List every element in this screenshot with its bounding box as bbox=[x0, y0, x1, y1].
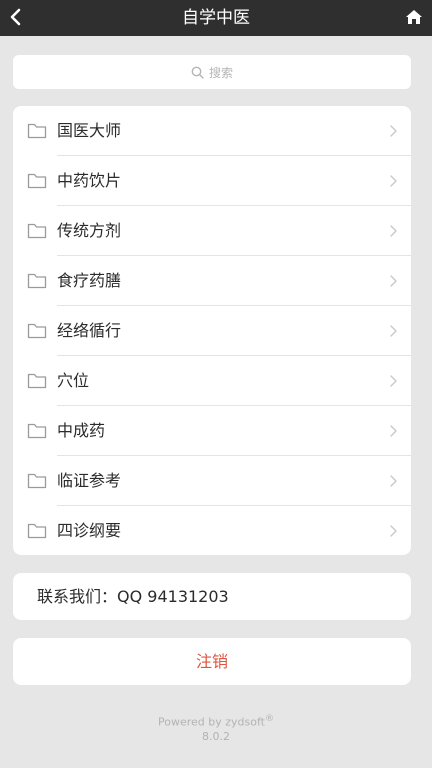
powered-by-line: Powered by zydsoft® bbox=[0, 712, 432, 730]
list-item-3[interactable]: 食疗药膳 bbox=[13, 256, 411, 306]
list-item-label: 中药饮片 bbox=[57, 171, 122, 190]
home-icon bbox=[406, 10, 422, 24]
top-navigation-bar: 自学中医 bbox=[0, 0, 432, 36]
chevron-right-icon bbox=[390, 175, 397, 187]
list-item-8[interactable]: 四诊纲要 bbox=[13, 506, 411, 555]
category-list: 国医大师 中药饮片 传统方剂 食疗药膳 经络循行 穴位 中成药 临证参考 四诊纲… bbox=[13, 106, 411, 555]
folder-icon bbox=[27, 373, 47, 389]
list-item-label: 临证参考 bbox=[57, 471, 122, 490]
chevron-right-icon bbox=[390, 375, 397, 387]
chevron-right-icon bbox=[390, 325, 397, 337]
footer: Powered by zydsoft® 8.0.2 bbox=[0, 712, 432, 744]
list-item-label: 经络循行 bbox=[57, 321, 122, 340]
folder-icon bbox=[27, 523, 47, 539]
folder-icon bbox=[27, 323, 47, 339]
home-button[interactable] bbox=[400, 2, 428, 32]
list-item-6[interactable]: 中成药 bbox=[13, 406, 411, 456]
folder-icon bbox=[27, 173, 47, 189]
logout-button[interactable]: 注销 bbox=[13, 638, 411, 685]
list-item-label: 中成药 bbox=[57, 421, 106, 440]
contact-card: 联系我们：QQ 94131203 bbox=[13, 573, 411, 620]
list-item-label: 穴位 bbox=[57, 371, 90, 390]
chevron-right-icon bbox=[390, 275, 397, 287]
list-item-label: 传统方剂 bbox=[57, 221, 122, 240]
list-item-4[interactable]: 经络循行 bbox=[13, 306, 411, 356]
page-title: 自学中医 bbox=[182, 8, 250, 28]
list-item-5[interactable]: 穴位 bbox=[13, 356, 411, 406]
contact-text: 联系我们：QQ 94131203 bbox=[37, 587, 229, 606]
chevron-right-icon bbox=[390, 425, 397, 437]
registered-mark: ® bbox=[264, 714, 274, 724]
powered-by-text: Powered by zydsoft bbox=[158, 715, 265, 729]
list-item-label: 国医大师 bbox=[57, 121, 122, 140]
chevron-right-icon bbox=[390, 525, 397, 537]
list-item-1[interactable]: 中药饮片 bbox=[13, 156, 411, 206]
folder-icon bbox=[27, 223, 47, 239]
list-item-label: 食疗药膳 bbox=[57, 271, 122, 290]
folder-icon bbox=[27, 423, 47, 439]
chevron-right-icon bbox=[390, 475, 397, 487]
list-item-label: 四诊纲要 bbox=[57, 521, 122, 540]
folder-icon bbox=[27, 273, 47, 289]
folder-icon bbox=[27, 473, 47, 489]
search-input[interactable]: 搜索 bbox=[13, 55, 411, 89]
list-item-7[interactable]: 临证参考 bbox=[13, 456, 411, 506]
folder-icon bbox=[27, 123, 47, 139]
search-icon bbox=[191, 65, 205, 79]
search-placeholder: 搜索 bbox=[208, 65, 233, 80]
chevron-right-icon bbox=[390, 125, 397, 137]
chevron-right-icon bbox=[390, 225, 397, 237]
list-item-0[interactable]: 国医大师 bbox=[13, 106, 411, 156]
list-item-2[interactable]: 传统方剂 bbox=[13, 206, 411, 256]
version-text: 8.0.2 bbox=[202, 729, 230, 743]
